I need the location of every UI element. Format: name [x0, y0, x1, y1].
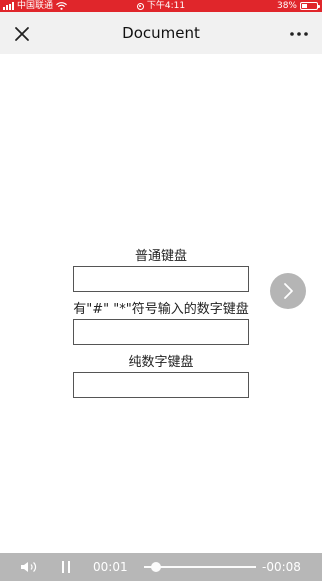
symbol-numeric-input[interactable]: [73, 319, 249, 345]
status-right: 38%: [276, 0, 320, 12]
next-button[interactable]: [270, 273, 306, 309]
numeric-input[interactable]: [73, 372, 249, 398]
battery-icon: [300, 2, 320, 10]
pause-button[interactable]: [60, 560, 72, 574]
speaker-icon: [21, 562, 37, 572]
volume-button[interactable]: [20, 560, 40, 574]
status-time: 下午4:11: [146, 1, 186, 11]
progress-track[interactable]: [144, 562, 256, 572]
field-label: 普通键盘: [134, 249, 187, 264]
close-button[interactable]: [12, 24, 32, 44]
battery-percent: 38%: [276, 1, 297, 11]
field-label: 纯数字键盘: [128, 355, 194, 370]
battery-fill: [302, 4, 308, 8]
current-time: 00:01: [93, 560, 128, 574]
remaining-time: -00:08: [262, 560, 301, 574]
nav-bar: Document: [0, 12, 322, 54]
more-icon: [290, 32, 308, 36]
more-button[interactable]: [288, 24, 310, 44]
page-title: Document: [122, 24, 200, 42]
chevron-right-icon: [284, 283, 293, 299]
close-icon: [15, 27, 29, 41]
pause-icon: [62, 561, 70, 573]
field-numeric-keyboard: 纯数字键盘: [0, 355, 322, 371]
media-bar: 00:01 -00:08: [0, 553, 322, 581]
field-normal-keyboard: 普通键盘: [0, 249, 322, 265]
location-icon: [136, 2, 144, 10]
status-center: 下午4:11: [0, 0, 322, 12]
progress-thumb[interactable]: [151, 562, 162, 572]
normal-keyboard-input[interactable]: [73, 266, 249, 292]
status-bar: 中国联通 下午4:11 38%: [0, 0, 322, 12]
